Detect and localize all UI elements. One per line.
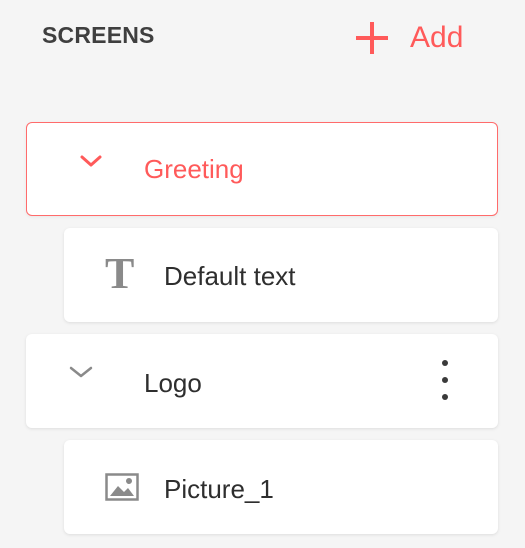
- chevron-down-icon[interactable]: [68, 362, 94, 382]
- screen-element-default-text[interactable]: T Default text: [64, 228, 498, 322]
- text-icon: T: [105, 249, 135, 298]
- element-label: Picture_1: [164, 474, 274, 504]
- element-label: Default text: [164, 261, 296, 291]
- screen-label: Logo: [144, 368, 202, 398]
- screens-title: SCREENS: [42, 22, 155, 48]
- screen-label: Greeting: [144, 154, 244, 184]
- screen-element-picture[interactable]: Picture_1: [64, 440, 498, 534]
- image-icon: [105, 473, 139, 501]
- more-vertical-icon[interactable]: [440, 360, 450, 400]
- add-label: Add: [410, 21, 464, 54]
- chevron-down-icon[interactable]: [79, 151, 103, 171]
- plus-icon: [356, 22, 388, 54]
- screen-item-logo[interactable]: Logo: [26, 334, 498, 428]
- screen-item-greeting[interactable]: Greeting: [26, 122, 498, 216]
- screens-panel-header: SCREENS Add: [0, 0, 525, 80]
- add-screen-button[interactable]: Add: [354, 16, 463, 60]
